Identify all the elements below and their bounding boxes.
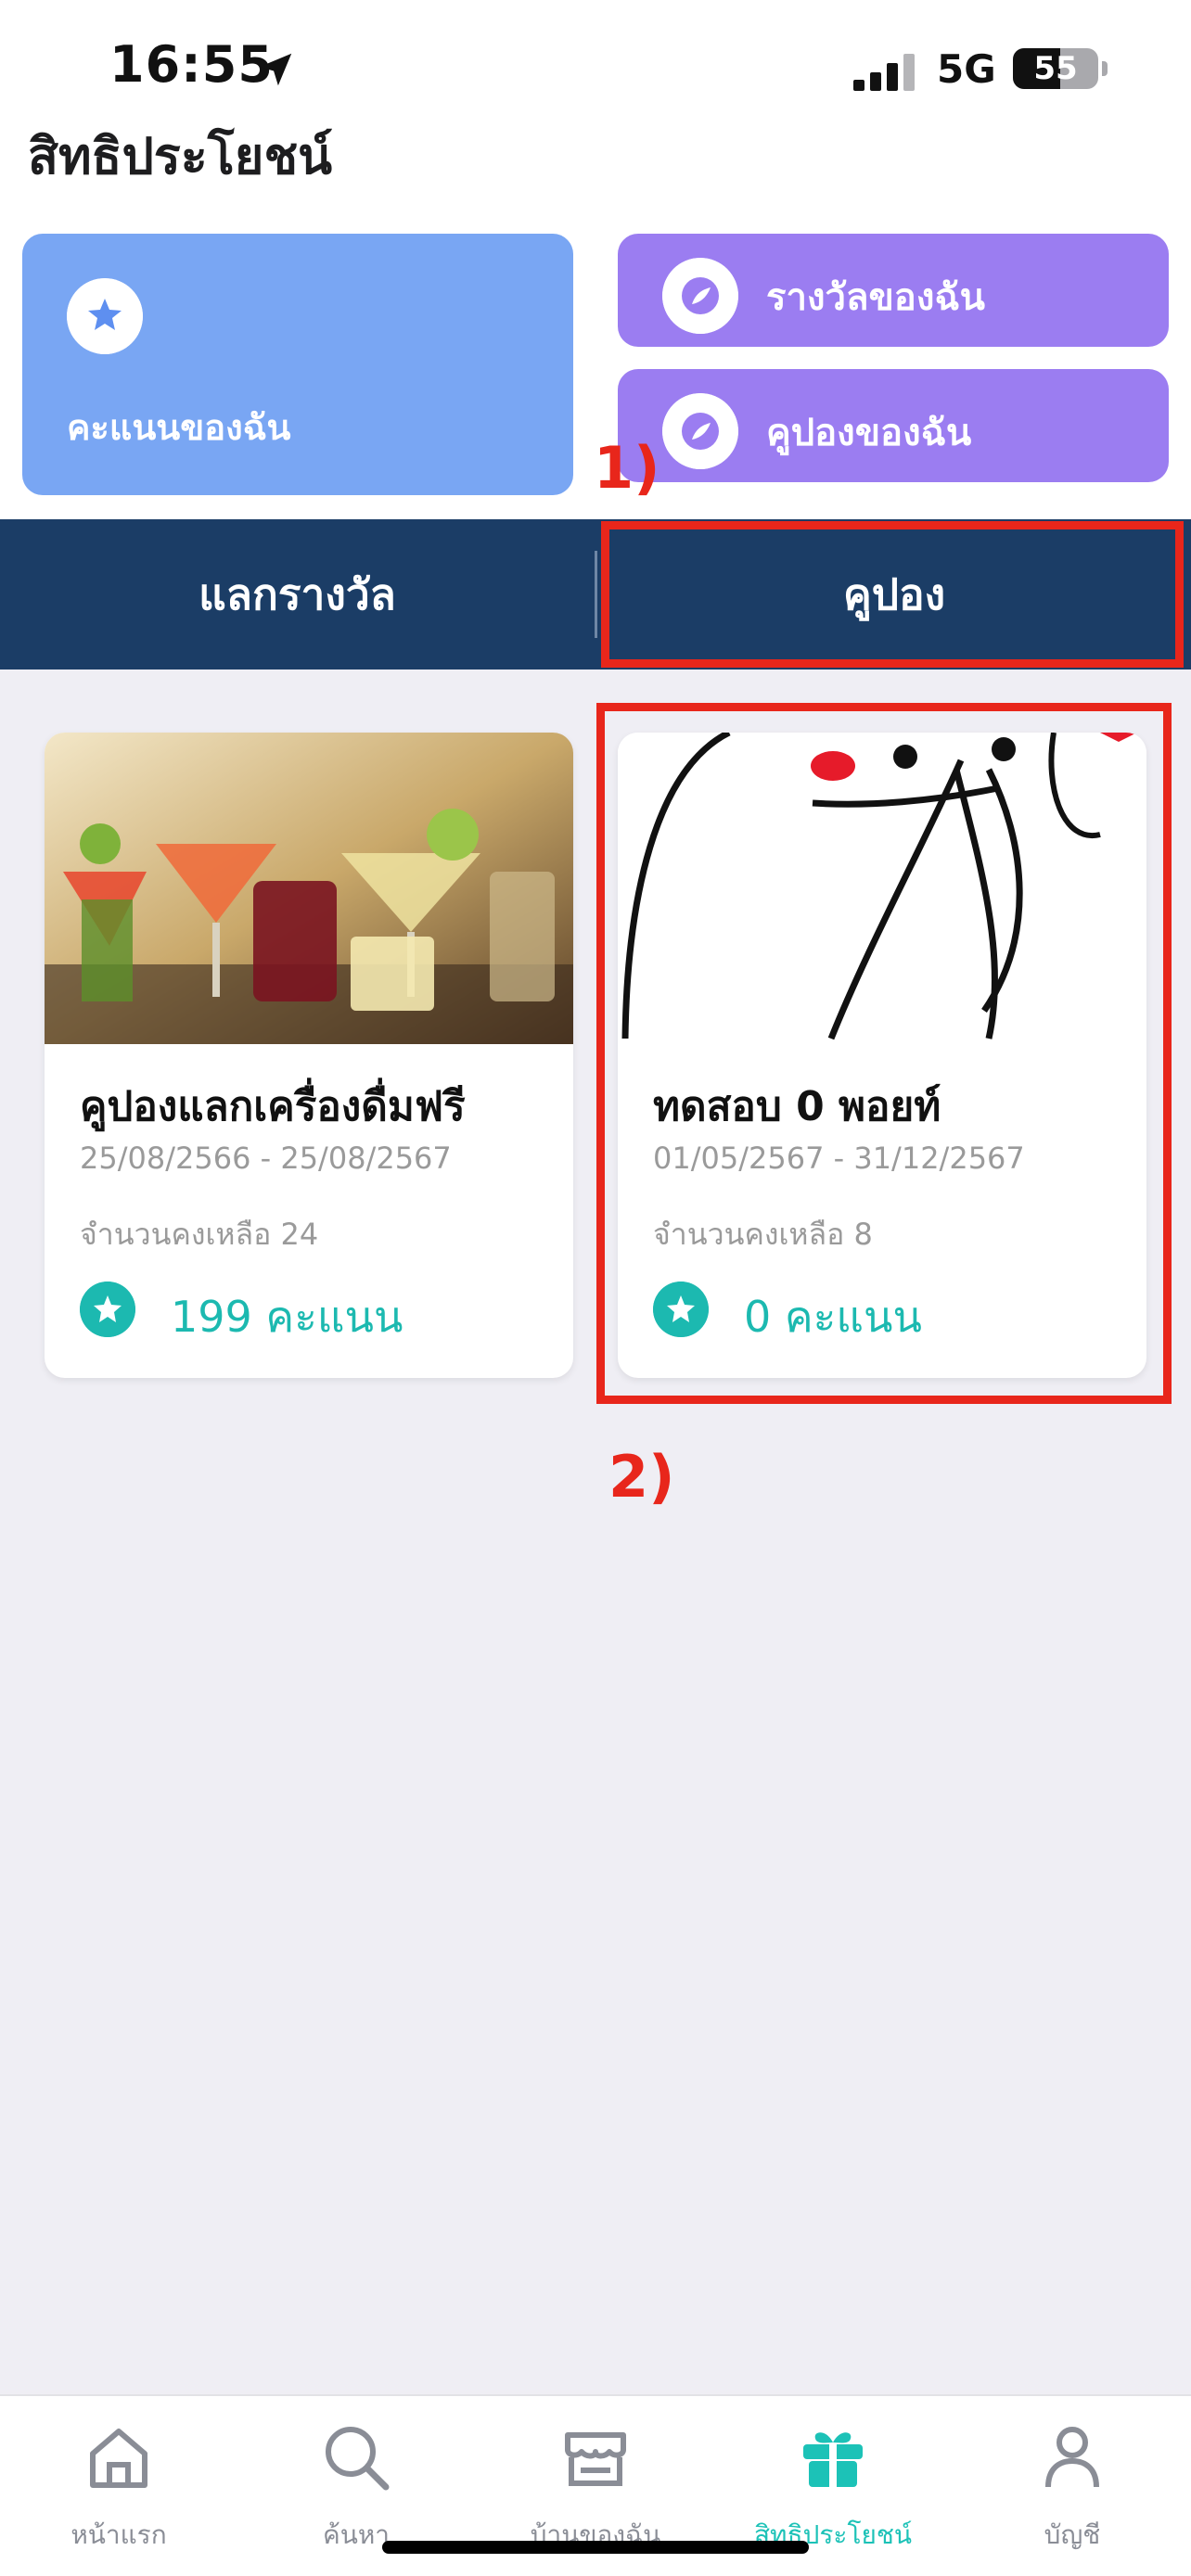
star-icon xyxy=(80,1282,135,1337)
search-icon xyxy=(326,2427,390,2491)
gift-icon xyxy=(803,2432,863,2487)
account-icon xyxy=(1045,2427,1099,2488)
reward-badge-icon xyxy=(662,258,738,334)
my-rewards-label: รางวัลของฉัน xyxy=(766,276,985,319)
battery-nub xyxy=(1102,61,1108,76)
battery-icon: 55 xyxy=(1013,48,1098,89)
cellular-signal-icon xyxy=(853,54,915,91)
my-coupons-label: คูปองของฉัน xyxy=(766,412,972,454)
home-icon xyxy=(90,2429,147,2488)
store-icon xyxy=(565,2432,626,2486)
annotation-step-1: 1) xyxy=(594,434,660,502)
nav-item-home[interactable]: หน้าแรก xyxy=(0,2396,237,2576)
nav-label-home: หน้าแรก xyxy=(70,2519,167,2550)
home-indicator xyxy=(382,2541,809,2554)
star-badge-icon xyxy=(67,278,143,354)
annotation-step-2: 2) xyxy=(608,1443,675,1511)
coupon-remaining: จำนวนคงเหลือ 24 xyxy=(80,1217,319,1252)
location-arrow-icon xyxy=(259,53,292,86)
page-title: สิทธิประโยชน์ xyxy=(28,127,333,185)
battery-percent: 55 xyxy=(1033,50,1078,87)
nav-item-account[interactable]: บัญชี xyxy=(954,2396,1191,2576)
cocktails-photo xyxy=(45,733,573,1044)
status-time: 16:55 xyxy=(109,35,274,94)
coupon-badge-icon xyxy=(662,393,738,469)
my-points-label: คะแนนของฉัน xyxy=(67,407,291,448)
network-label: 5G xyxy=(937,46,996,92)
my-points-card[interactable]: คะแนนของฉัน xyxy=(22,234,573,495)
coupon-card[interactable]: คูปองแลกเครื่องดื่มฟรี 25/08/2566 - 25/0… xyxy=(45,733,573,1378)
coupon-points: 199 คะแนน xyxy=(171,1292,403,1342)
annotation-highlight-tab xyxy=(601,521,1184,668)
my-rewards-button[interactable]: รางวัลของฉัน xyxy=(618,234,1169,347)
my-coupons-button[interactable]: คูปองของฉัน xyxy=(618,369,1169,482)
coupon-title: คูปองแลกเครื่องดื่มฟรี xyxy=(80,1083,466,1130)
tab-redeem-rewards[interactable]: แลกรางวัล xyxy=(0,519,595,670)
nav-label-account: บัญชี xyxy=(1044,2519,1101,2550)
annotation-highlight-coupon xyxy=(596,703,1172,1404)
coupon-dates: 25/08/2566 - 25/08/2567 xyxy=(80,1141,452,1176)
status-bar: 16:55 5G 55 xyxy=(0,0,1191,130)
